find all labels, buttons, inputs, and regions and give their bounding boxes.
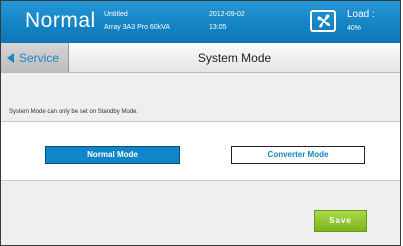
device-model: Array 3A3 Pro 60kVA	[104, 24, 171, 31]
device-name: Untitled	[104, 11, 128, 18]
save-button[interactable]: Save	[314, 210, 367, 232]
fan-icon[interactable]	[310, 10, 336, 32]
nav-bar: Service System Mode	[1, 43, 400, 73]
status-header: Normal Untitled Array 3A3 Pro 60kVA 2012…	[1, 1, 400, 43]
back-button-label: Service	[19, 51, 60, 65]
app-window: Normal Untitled Array 3A3 Pro 60kVA 2012…	[0, 0, 401, 246]
back-to-service-button[interactable]: Service	[1, 43, 69, 72]
normal-mode-button[interactable]: Normal Mode	[45, 146, 180, 164]
page-title: System Mode	[197, 51, 272, 65]
converter-mode-button[interactable]: Converter Mode	[231, 146, 365, 164]
date-display: 2012-09-02	[209, 11, 245, 18]
system-mode-status: Normal	[25, 9, 96, 32]
standby-notice: System Mode can only be set on Standby M…	[9, 109, 139, 115]
load-label: Load :	[347, 9, 375, 20]
back-arrow-icon	[7, 53, 14, 63]
load-value: 40%	[347, 25, 362, 32]
time-display: 13:05	[209, 24, 227, 31]
